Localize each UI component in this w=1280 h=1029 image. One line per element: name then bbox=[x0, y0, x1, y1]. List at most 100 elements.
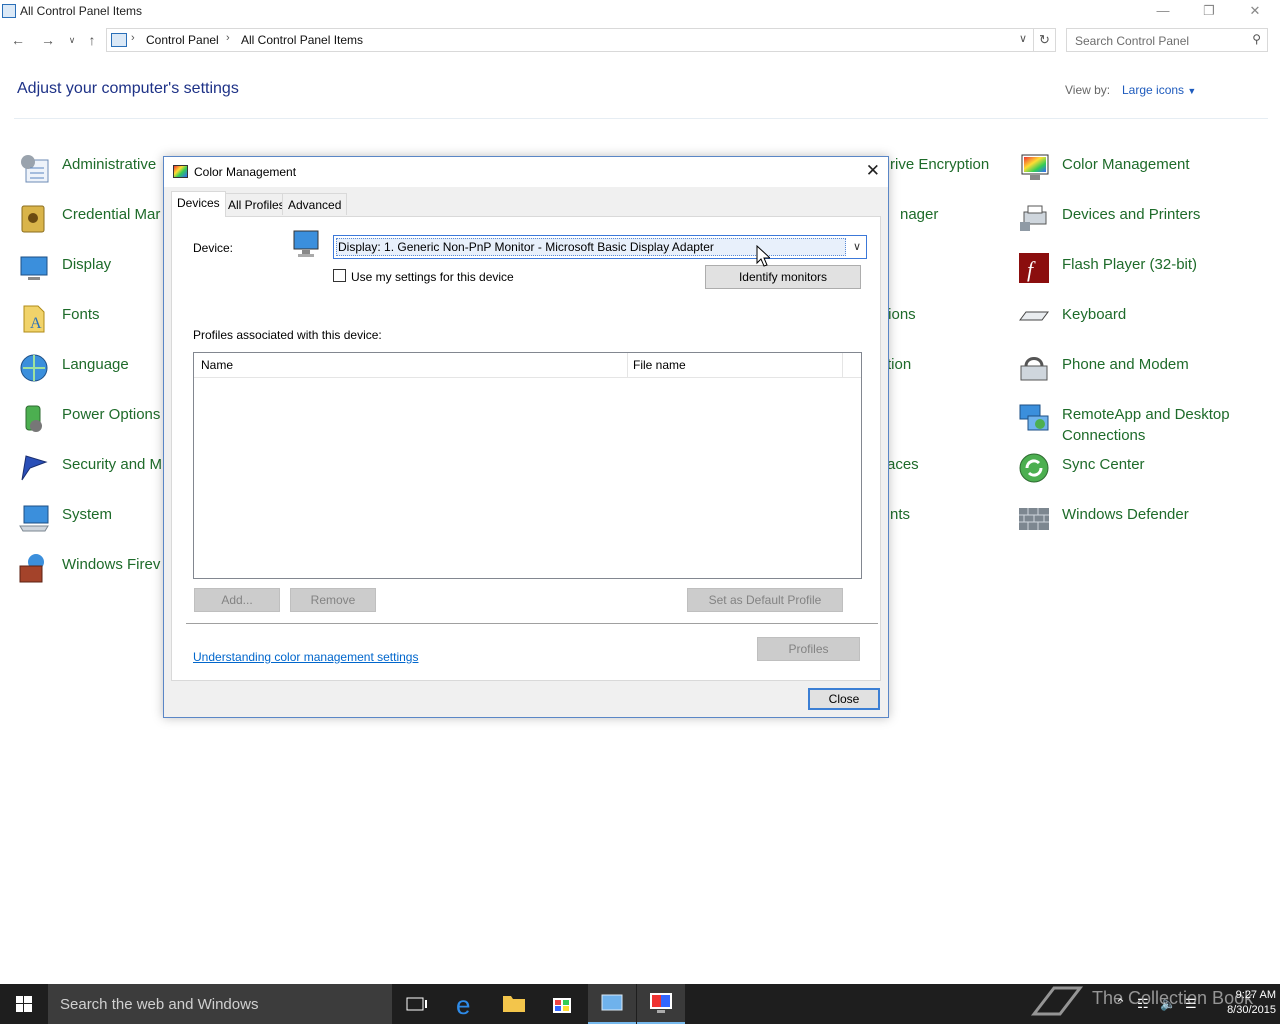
cp-item-windows-defender[interactable]: Windows Defender bbox=[1018, 502, 1248, 542]
search-input[interactable]: Search Control Panel ⚲ bbox=[1066, 28, 1268, 52]
up-arrow-icon: ↑ bbox=[88, 32, 96, 48]
cp-item-label: Security and M bbox=[62, 456, 163, 473]
refresh-button[interactable]: ↻ bbox=[1034, 28, 1056, 52]
minimize-button[interactable]: — bbox=[1140, 0, 1186, 24]
color-management-icon bbox=[1021, 154, 1049, 180]
cp-item-windows-firewall[interactable]: Windows Firev bbox=[18, 552, 168, 592]
color-management-dialog: Color Management ✕ Devices All Profiles … bbox=[163, 156, 889, 718]
breadcrumb-all-items[interactable]: All Control Panel Items bbox=[241, 33, 363, 47]
security-flag-icon bbox=[21, 455, 48, 481]
cp-item-devices-printers[interactable]: Devices and Printers bbox=[1018, 202, 1248, 242]
clock[interactable]: 9:27 AM 8/30/2015 bbox=[1206, 988, 1276, 1018]
cp-item-remoteapp[interactable]: RemoteApp and Desktop Connections bbox=[1018, 402, 1268, 450]
chevron-right-icon[interactable]: › bbox=[226, 32, 230, 44]
devices-printers-icon bbox=[1020, 205, 1047, 231]
taskbar: Search the web and Windows e ⌃ ☷ 🔈 ☰ The… bbox=[0, 984, 1280, 1024]
window-title: All Control Panel Items bbox=[20, 4, 143, 18]
add-button[interactable]: Add... bbox=[194, 588, 280, 612]
close-window-button[interactable]: ✕ bbox=[1232, 0, 1278, 24]
admin-tools-icon bbox=[21, 155, 49, 183]
color-management-icon bbox=[650, 993, 672, 1013]
clock-time: 9:27 AM bbox=[1235, 989, 1276, 1001]
tab-devices[interactable]: Devices bbox=[171, 191, 226, 217]
cp-item-label: Flash Player (32-bit) bbox=[1062, 256, 1198, 273]
chevron-right-icon[interactable]: › bbox=[131, 32, 135, 44]
device-select[interactable]: Display: 1. Generic Non-PnP Monitor - Mi… bbox=[333, 235, 867, 259]
color-management-taskbar-button[interactable] bbox=[637, 984, 685, 1024]
chevron-down-icon[interactable]: ∨ bbox=[1019, 32, 1027, 45]
cp-item-language[interactable]: Language bbox=[18, 352, 168, 392]
search-placeholder: Search Control Panel bbox=[1075, 34, 1190, 48]
taskbar-search-placeholder: Search the web and Windows bbox=[60, 996, 259, 1013]
cp-item-display[interactable]: Display bbox=[18, 252, 168, 292]
remove-button[interactable]: Remove bbox=[290, 588, 376, 612]
dialog-title: Color Management bbox=[194, 165, 297, 179]
cp-item-label: Keyboard bbox=[1062, 306, 1127, 323]
view-by-dropdown[interactable]: Large icons ▼ bbox=[1122, 83, 1196, 97]
navigation-bar: ← → ∨ ↑ › Control Panel › All Control Pa… bbox=[0, 26, 1280, 54]
cp-item-label: nager bbox=[900, 206, 939, 223]
back-arrow-icon: ← bbox=[11, 32, 25, 48]
cp-item-label: aces bbox=[887, 456, 919, 473]
taskbar-search-input[interactable]: Search the web and Windows bbox=[48, 984, 392, 1024]
dialog-title-bar: Color Management ✕ bbox=[164, 157, 888, 187]
use-settings-checkbox[interactable] bbox=[333, 269, 346, 282]
title-bar: All Control Panel Items — ❐ ✕ bbox=[0, 0, 1280, 24]
column-separator[interactable] bbox=[627, 353, 628, 378]
column-header-file-name[interactable]: File name bbox=[633, 358, 686, 372]
column-separator[interactable] bbox=[842, 353, 843, 378]
breadcrumb-control-panel[interactable]: Control Panel bbox=[146, 33, 219, 47]
remoteapp-icon bbox=[1019, 404, 1049, 431]
set-default-profile-button[interactable]: Set as Default Profile bbox=[687, 588, 843, 612]
task-view-button[interactable] bbox=[392, 984, 440, 1024]
refresh-icon: ↻ bbox=[1039, 32, 1050, 47]
file-explorer-button[interactable] bbox=[490, 984, 538, 1024]
back-button[interactable]: ← bbox=[8, 30, 28, 50]
column-header-name[interactable]: Name bbox=[201, 358, 233, 372]
tab-all-profiles[interactable]: All Profiles bbox=[222, 193, 291, 215]
cp-item-sync-center[interactable]: Sync Center bbox=[1018, 452, 1248, 492]
divider bbox=[186, 623, 878, 624]
windows-defender-icon bbox=[1019, 508, 1049, 530]
address-bar[interactable]: › Control Panel › All Control Panel Item… bbox=[106, 28, 1034, 52]
cp-item-label: Administrative bbox=[62, 156, 157, 173]
cp-item-flash-player[interactable]: f Flash Player (32-bit) bbox=[1018, 252, 1248, 292]
close-button[interactable]: Close bbox=[808, 688, 880, 710]
profiles-list[interactable]: Name File name bbox=[193, 352, 862, 579]
recent-locations-button[interactable]: ∨ bbox=[62, 30, 82, 50]
profiles-list-header: Name File name bbox=[194, 353, 861, 378]
chevron-down-icon: ∨ bbox=[852, 241, 861, 253]
store-button[interactable] bbox=[538, 984, 586, 1024]
dialog-close-icon[interactable]: ✕ bbox=[866, 161, 880, 181]
cp-item-keyboard[interactable]: Keyboard bbox=[1018, 302, 1248, 342]
cp-item-label: Fonts bbox=[62, 306, 100, 323]
cp-item-label: Display bbox=[62, 256, 112, 273]
tab-advanced[interactable]: Advanced bbox=[282, 193, 348, 215]
cp-item-label: Sync Center bbox=[1062, 456, 1145, 473]
start-button[interactable] bbox=[0, 984, 48, 1024]
display-icon bbox=[20, 256, 48, 280]
up-button[interactable]: ↑ bbox=[82, 30, 102, 50]
close-icon: ✕ bbox=[1249, 3, 1261, 18]
cp-item-fonts[interactable]: A Fonts bbox=[18, 302, 168, 342]
cp-item-label: Credential Mar bbox=[62, 206, 161, 223]
cp-item-security-maintenance[interactable]: Security and M bbox=[18, 452, 168, 492]
edge-browser-button[interactable]: e bbox=[442, 984, 490, 1024]
forward-button[interactable]: → bbox=[38, 30, 58, 50]
cp-item-label: Windows Firev bbox=[62, 556, 161, 573]
cp-item-credential-manager[interactable]: Credential Mar bbox=[18, 202, 168, 242]
cp-item-power-options[interactable]: Power Options bbox=[18, 402, 168, 442]
use-settings-label[interactable]: Use my settings for this device bbox=[351, 270, 514, 284]
cp-item-administrative-tools[interactable]: Administrative bbox=[18, 152, 168, 192]
cp-item-system[interactable]: System bbox=[18, 502, 168, 542]
sync-center-icon bbox=[1019, 453, 1049, 483]
cp-item-phone-modem[interactable]: Phone and Modem bbox=[1018, 352, 1248, 392]
profiles-button[interactable]: Profiles bbox=[757, 637, 860, 661]
identify-monitors-button[interactable]: Identify monitors bbox=[705, 265, 861, 289]
cp-item-color-management[interactable]: Color Management bbox=[1018, 152, 1248, 192]
mouse-cursor-icon bbox=[756, 245, 770, 267]
restore-button[interactable]: ❐ bbox=[1186, 0, 1232, 24]
cp-item-label: RemoteApp and Desktop bbox=[1062, 406, 1230, 423]
help-link[interactable]: Understanding color management settings bbox=[193, 650, 418, 664]
control-panel-taskbar-button[interactable] bbox=[588, 984, 636, 1024]
